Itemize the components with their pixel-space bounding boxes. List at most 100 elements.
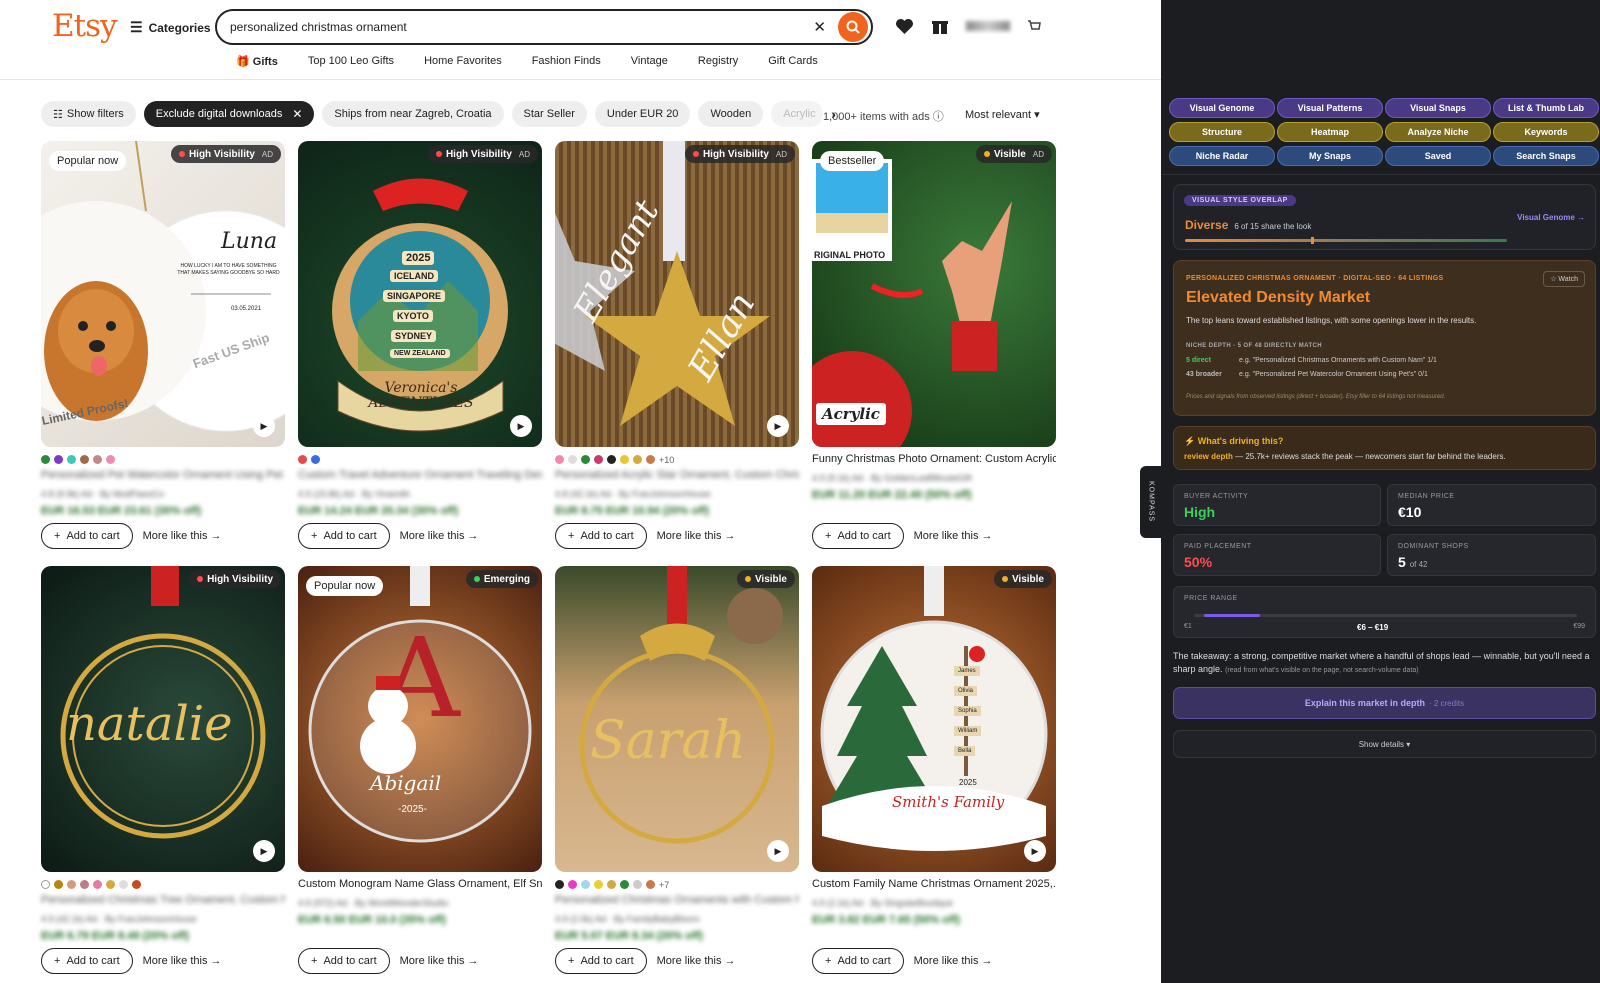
listing-title[interactable]: Funny Christmas Photo Ornament: Custom A… xyxy=(812,453,1056,467)
listing-card[interactable]: A Abigail -2025- Popular now Emerging Cu… xyxy=(298,566,542,974)
listing-title[interactable]: Personalized Christmas Tree Ornament, Cu… xyxy=(41,894,285,908)
filter-chip-star-seller[interactable]: Star Seller xyxy=(511,101,587,127)
gift-icon[interactable] xyxy=(931,17,949,35)
info-icon[interactable]: ⓘ xyxy=(933,111,944,123)
play-icon[interactable]: ▶ xyxy=(767,840,789,862)
more-like-this-link[interactable]: More like this → xyxy=(914,955,993,967)
more-like-this-link[interactable]: More like this → xyxy=(143,955,222,967)
listing-image[interactable]: 2025 ICELAND SINGAPORE KYOTO SYDNEY NEW … xyxy=(298,141,542,447)
filter-chip-wooden[interactable]: Wooden xyxy=(698,101,764,127)
listing-title[interactable]: Custom Monogram Name Glass Ornament, Elf… xyxy=(298,878,542,892)
cart-icon[interactable] xyxy=(1027,19,1041,33)
nav-gifts[interactable]: 🎁 Gifts xyxy=(236,55,278,68)
add-to-cart-button[interactable]: + Add to cart xyxy=(812,948,904,974)
etsy-logo[interactable]: Etsy xyxy=(52,8,118,44)
more-like-this-link[interactable]: More like this → xyxy=(914,530,993,542)
driving-text: review depth — 25.7k+ reviews stack the … xyxy=(1184,452,1506,461)
add-to-cart-button[interactable]: + Add to cart xyxy=(555,523,647,549)
listing-title[interactable]: Custom Family Name Christmas Ornament 20… xyxy=(812,878,1056,892)
search-input[interactable]: personalized christmas ornament xyxy=(230,20,407,34)
tab-visual-patterns[interactable]: Visual Patterns xyxy=(1277,98,1383,118)
tab-structure[interactable]: Structure xyxy=(1169,122,1275,142)
listing-card[interactable]: natalie High Visibility ▶ Personalized C… xyxy=(41,566,285,974)
dominant-shops-label: DOMINANT SHOPS xyxy=(1398,543,1469,550)
search-bar[interactable]: personalized christmas ornament ✕ xyxy=(215,9,873,45)
add-to-cart-button[interactable]: + Add to cart xyxy=(298,523,390,549)
more-like-this-link[interactable]: More like this → xyxy=(143,530,222,542)
nav-fashion-finds[interactable]: Fashion Finds xyxy=(532,55,601,68)
sort-dropdown[interactable]: Most relevant ▾ xyxy=(965,108,1040,121)
listing-title[interactable]: Personalized Pet Watercolor Ornament Usi… xyxy=(41,469,285,483)
more-like-this-link[interactable]: More like this → xyxy=(657,955,736,967)
tab-saved[interactable]: Saved xyxy=(1385,146,1491,166)
listing-image[interactable]: Sarah Visible ▶ xyxy=(555,566,799,872)
filter-chip-acrylic[interactable]: Acrylic xyxy=(771,101,824,127)
show-filters-button[interactable]: ☷ Show filters xyxy=(41,101,136,127)
listing-image[interactable]: natalie High Visibility ▶ xyxy=(41,566,285,872)
listing-card[interactable]: RIGINAL PHOTO Acrylic Bestseller Visible… xyxy=(812,141,1056,549)
tab-list-thumb-lab[interactable]: List & Thumb Lab xyxy=(1493,98,1599,118)
close-icon[interactable]: ✕ xyxy=(292,107,302,121)
nav-top-100[interactable]: Top 100 Leo Gifts xyxy=(308,55,394,68)
listing-image[interactable]: Luna HOW LUCKY I AM TO HAVE SOMETHING TH… xyxy=(41,141,285,447)
explain-label: Explain this market in depth xyxy=(1304,698,1425,708)
more-like-this-link[interactable]: More like this → xyxy=(400,530,479,542)
tab-heatmap[interactable]: Heatmap xyxy=(1277,122,1383,142)
visual-genome-link[interactable]: Visual Genome → xyxy=(1517,213,1585,222)
filter-chip-exclude-digital[interactable]: Exclude digital downloads ✕ xyxy=(143,101,315,127)
listing-card[interactable]: Sarah Visible ▶ +7 Personalized Christma… xyxy=(555,566,799,974)
plus-icon: + xyxy=(825,530,832,542)
watch-button[interactable]: ☆ Watch xyxy=(1543,271,1585,287)
plus-icon: + xyxy=(54,530,61,542)
tab-search-snaps[interactable]: Search Snaps xyxy=(1493,146,1599,166)
add-to-cart-button[interactable]: + Add to cart xyxy=(298,948,390,974)
more-like-this-link[interactable]: More like this → xyxy=(400,955,479,967)
listing-card[interactable]: James Olivia Sophia William Bella 2025 S… xyxy=(812,566,1056,974)
add-to-cart-button[interactable]: + Add to cart xyxy=(812,523,904,549)
listing-image[interactable]: Elegant Ellan High Visibility AD ▶ xyxy=(555,141,799,447)
listing-card[interactable]: 2025 ICELAND SINGAPORE KYOTO SYDNEY NEW … xyxy=(298,141,542,549)
tab-analyze-niche[interactable]: Analyze Niche xyxy=(1385,122,1491,142)
add-to-cart-button[interactable]: + Add to cart xyxy=(41,948,133,974)
filter-chip-ships-from[interactable]: Ships from near Zagreb, Croatia xyxy=(322,101,504,127)
filter-chip-under-20[interactable]: Under EUR 20 xyxy=(594,101,691,127)
heart-icon[interactable] xyxy=(895,18,914,35)
tab-my-snaps[interactable]: My Snaps xyxy=(1277,146,1383,166)
listing-title[interactable]: Custom Travel Adventure Ornament Traveli… xyxy=(298,469,542,483)
more-like-this-link[interactable]: More like this → xyxy=(657,530,736,542)
tab-visual-snaps[interactable]: Visual Snaps xyxy=(1385,98,1491,118)
items-count: 1,000+ items with ads ⓘ xyxy=(823,108,944,124)
nav-vintage[interactable]: Vintage xyxy=(631,55,668,68)
nav-gift-cards[interactable]: Gift Cards xyxy=(768,55,818,68)
explain-market-button[interactable]: Explain this market in depth · 2 credits xyxy=(1173,687,1596,719)
play-icon[interactable]: ▶ xyxy=(510,415,532,437)
listing-image[interactable]: James Olivia Sophia William Bella 2025 S… xyxy=(812,566,1056,872)
listing-image[interactable]: A Abigail -2025- Popular now Emerging xyxy=(298,566,542,872)
kompass-side-tab[interactable]: KOMPASS xyxy=(1140,466,1162,538)
tab-visual-genome[interactable]: Visual Genome xyxy=(1169,98,1275,118)
show-details-button[interactable]: Show details ▾ xyxy=(1173,730,1596,758)
listing-title[interactable]: Personalized Acrylic Star Ornament, Cust… xyxy=(555,469,799,483)
abigail-text: Abigail xyxy=(370,771,442,795)
play-icon[interactable]: ▶ xyxy=(253,840,275,862)
tab-niche-radar[interactable]: Niche Radar xyxy=(1169,146,1275,166)
search-button[interactable] xyxy=(838,12,868,42)
play-icon[interactable]: ▶ xyxy=(767,415,789,437)
more-like-label: More like this xyxy=(913,530,979,542)
play-icon[interactable]: ▶ xyxy=(253,415,275,437)
listing-card[interactable]: Luna HOW LUCKY I AM TO HAVE SOMETHING TH… xyxy=(41,141,285,549)
account-avatar[interactable] xyxy=(966,21,1010,31)
play-icon[interactable]: ▶ xyxy=(1024,840,1046,862)
nav-home-favorites[interactable]: Home Favorites xyxy=(424,55,502,68)
listing-title[interactable]: Personalized Christmas Ornaments with Cu… xyxy=(555,894,799,908)
clear-icon[interactable]: ✕ xyxy=(813,18,826,36)
more-like-label: More like this xyxy=(142,530,208,542)
categories-button[interactable]: ☰ Categories xyxy=(130,19,211,36)
listing-image[interactable]: RIGINAL PHOTO Acrylic Bestseller Visible… xyxy=(812,141,1056,447)
tab-keywords[interactable]: Keywords xyxy=(1493,122,1599,142)
nav-registry[interactable]: Registry xyxy=(698,55,738,68)
add-to-cart-button[interactable]: + Add to cart xyxy=(555,948,647,974)
card-actions: + Add to cart More like this → xyxy=(298,948,479,974)
add-to-cart-button[interactable]: + Add to cart xyxy=(41,523,133,549)
listing-card[interactable]: Elegant Ellan High Visibility AD ▶ +10 Pe… xyxy=(555,141,799,549)
